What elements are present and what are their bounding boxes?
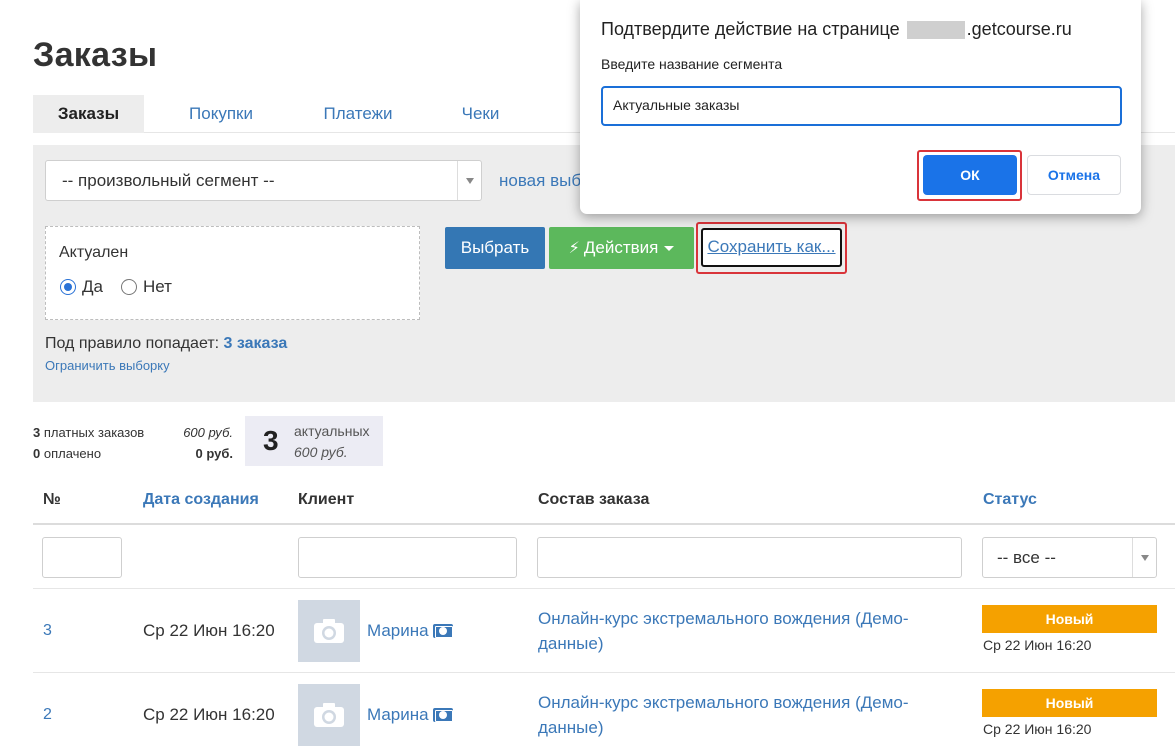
paid-label: платных заказов xyxy=(43,425,145,440)
row-2-date: Ср 22 Июн 16:20 xyxy=(143,705,275,724)
tab-payments[interactable]: Платежи xyxy=(308,95,408,133)
select-button[interactable]: Выбрать xyxy=(445,227,545,269)
filter-num-input[interactable] xyxy=(42,537,122,578)
cancel-button[interactable]: Отмена xyxy=(1027,155,1121,195)
avatar xyxy=(298,600,360,662)
radio-no[interactable] xyxy=(120,279,137,295)
rule-count-link[interactable]: 3 заказа xyxy=(224,335,288,352)
settled-label: оплачено xyxy=(43,446,102,461)
rule-count: Под правило попадает: 3 заказа xyxy=(45,335,287,353)
row-2-status-badge: Новый xyxy=(982,689,1157,717)
ok-button[interactable]: ОК xyxy=(923,155,1017,195)
dialog-title: Подтвердите действие на странице .getcou… xyxy=(601,19,1072,40)
segment-name-value: Актуальные заказы xyxy=(613,97,740,113)
row-2-status-date: Ср 22 Июн 16:20 xyxy=(983,721,1092,737)
new-selection-link[interactable]: новая выб xyxy=(499,171,581,191)
row-divider xyxy=(33,672,1175,673)
row-1-client[interactable]: Марина xyxy=(367,621,453,641)
filter-status-select[interactable]: -- все -- xyxy=(982,537,1157,578)
radio-yes[interactable] xyxy=(60,279,76,295)
paid-count: 3 xyxy=(33,425,41,440)
filter-status-value: -- все -- xyxy=(997,548,1056,567)
chevron-down-icon xyxy=(457,161,481,200)
row-1-status-date: Ср 22 Июн 16:20 xyxy=(983,637,1092,653)
row-1-client-name: Марина xyxy=(367,621,429,640)
tab-orders[interactable]: Заказы xyxy=(33,95,144,133)
chevron-down-icon xyxy=(1132,538,1156,577)
settled-sum: 0 руб. xyxy=(195,446,233,461)
filter-order-input[interactable] xyxy=(537,537,962,578)
avatar xyxy=(298,684,360,746)
prompt-dialog: Подтвердите действие на странице .getcou… xyxy=(580,0,1141,214)
row-1-status-badge: Новый xyxy=(982,605,1157,633)
segment-select[interactable]: -- произвольный сегмент -- xyxy=(45,160,482,201)
settled-count: 0 xyxy=(33,446,41,461)
tab-purchases[interactable]: Покупки xyxy=(166,95,276,133)
dialog-prompt: Введите название сегмента xyxy=(601,56,783,72)
row-2-num[interactable]: 2 xyxy=(43,706,52,724)
money-icon xyxy=(432,708,453,722)
camera-icon xyxy=(314,619,344,643)
header-divider xyxy=(33,523,1175,525)
page-title: Заказы xyxy=(33,36,158,74)
dialog-title-prefix: Подтвердите действие на странице xyxy=(601,19,900,39)
camera-icon xyxy=(314,703,344,727)
actual-label: актуальных xyxy=(294,423,370,439)
caret-down-icon xyxy=(664,246,675,252)
radio-group: Да Нет xyxy=(60,277,190,297)
actions-button-label: Действия xyxy=(583,238,659,257)
row-2-client[interactable]: Марина xyxy=(367,705,453,725)
header-order: Состав заказа xyxy=(538,491,650,508)
row-divider xyxy=(33,588,1175,589)
row-2-product[interactable]: Онлайн-курс экстремального вождения (Дем… xyxy=(538,690,938,740)
segment-name-input[interactable]: Актуальные заказы xyxy=(601,86,1122,126)
rule-box: Актуален Да Нет xyxy=(45,226,420,320)
paid-sum: 600 руб. xyxy=(183,425,233,440)
actual-stats-box: 3 актуальных 600 руб. xyxy=(245,416,383,466)
rule-count-prefix: Под правило попадает: xyxy=(45,335,220,352)
money-icon xyxy=(432,624,453,638)
segment-select-value: -- произвольный сегмент -- xyxy=(62,171,275,190)
limit-selection-link[interactable]: Ограничить выборку xyxy=(45,358,170,373)
header-status[interactable]: Статус xyxy=(983,491,1037,509)
row-2-client-name: Марина xyxy=(367,705,429,724)
actual-count: 3 xyxy=(263,425,279,456)
actual-sum: 600 руб. xyxy=(294,444,348,460)
row-1-num[interactable]: 3 xyxy=(43,622,52,640)
radio-yes-label: Да xyxy=(82,277,103,296)
header-client: Клиент xyxy=(298,491,355,508)
header-num: № xyxy=(43,491,61,508)
save-as-button[interactable]: Сохранить как... xyxy=(701,228,842,267)
dialog-title-suffix: .getcourse.ru xyxy=(966,19,1072,39)
tab-receipts[interactable]: Чеки xyxy=(443,95,518,133)
actions-button[interactable]: ⚡ Действия xyxy=(549,227,694,269)
header-date[interactable]: Дата создания xyxy=(143,491,259,509)
radio-no-label: Нет xyxy=(142,277,172,296)
stats-summary: 3 платных заказов 600 руб. 0 оплачено 0 … xyxy=(33,422,233,464)
row-1-product[interactable]: Онлайн-курс экстремального вождения (Дем… xyxy=(538,606,938,656)
row-1-date: Ср 22 Июн 16:20 xyxy=(143,621,275,640)
rule-label: Актуален xyxy=(59,244,129,261)
lightning-icon: ⚡ xyxy=(568,240,580,257)
filter-client-input[interactable] xyxy=(298,537,517,578)
redacted-domain xyxy=(906,21,965,40)
